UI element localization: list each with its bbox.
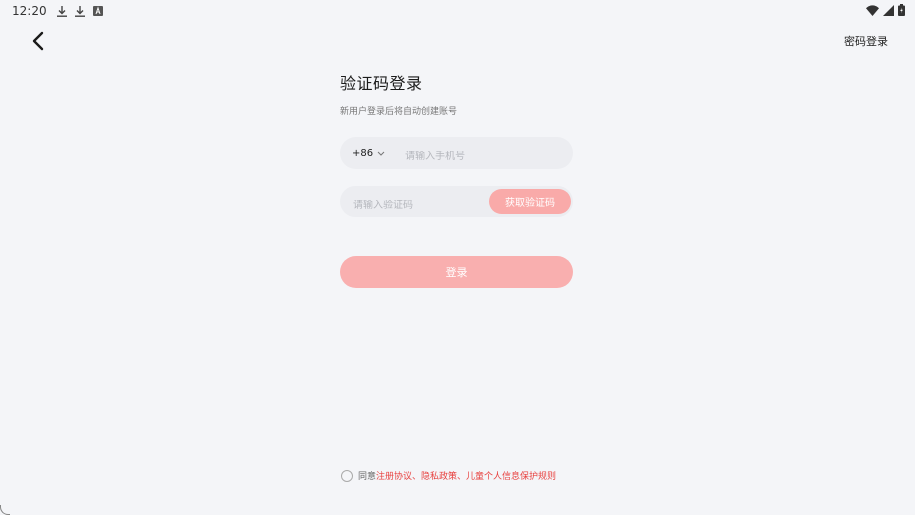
status-icons-right (866, 4, 905, 16)
verification-code-input[interactable] (353, 200, 483, 211)
agreement-links[interactable]: 注册协议、隐私政策、儿童个人信息保护规则 (376, 469, 556, 482)
page-subtitle: 新用户登录后将自动创建账号 (340, 107, 458, 117)
status-time: 12:20 (12, 4, 47, 18)
password-login-link[interactable]: 密码登录 (844, 33, 888, 49)
country-code-selector[interactable]: +86 (352, 148, 385, 159)
screen-corner (0, 505, 10, 515)
phone-input[interactable] (405, 150, 556, 162)
chevron-left-icon (32, 31, 44, 51)
chevron-down-icon (377, 151, 385, 156)
agree-checkbox[interactable] (341, 469, 353, 482)
login-form-header: 验证码登录 新用户登录后将自动创建账号 (340, 70, 573, 117)
login-button[interactable]: 登录 (340, 256, 573, 288)
phone-field: +86 (340, 137, 573, 169)
agreement-row: 同意 注册协议、隐私政策、儿童个人信息保护规则 (341, 469, 556, 482)
status-bar: 12:20 (0, 0, 915, 22)
download-icon (56, 5, 67, 17)
country-code-value: +86 (352, 147, 374, 159)
page-title: 验证码登录 (340, 74, 423, 93)
get-code-button[interactable]: 获取验证码 (489, 189, 571, 214)
download-icon (74, 5, 85, 17)
battery-icon (898, 4, 905, 16)
status-icons-left (56, 5, 103, 17)
wifi-icon (866, 4, 879, 16)
back-button[interactable] (25, 28, 51, 54)
verification-code-field: 获取验证码 (340, 186, 573, 217)
agreement-prefix: 同意 (358, 472, 377, 482)
text-a-icon (92, 6, 103, 16)
cellular-signal-icon (883, 4, 894, 16)
